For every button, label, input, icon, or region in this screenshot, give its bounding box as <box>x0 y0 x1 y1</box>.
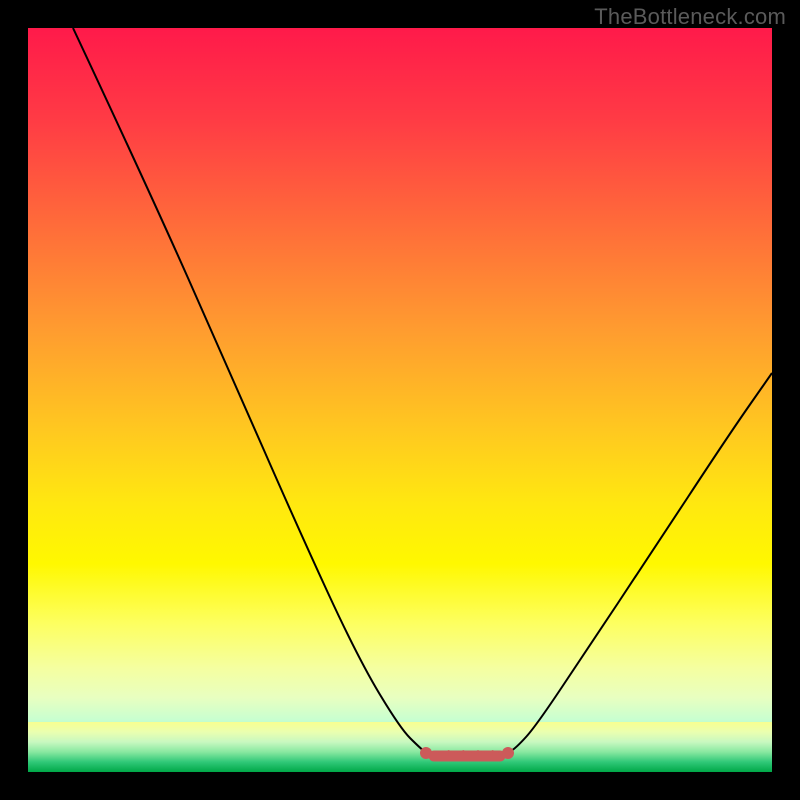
bottleneck-curve <box>73 28 772 756</box>
watermark-text: TheBottleneck.com <box>594 4 786 30</box>
optimal-marker <box>420 747 514 759</box>
plot-area <box>28 28 772 772</box>
curve-layer <box>28 28 772 772</box>
